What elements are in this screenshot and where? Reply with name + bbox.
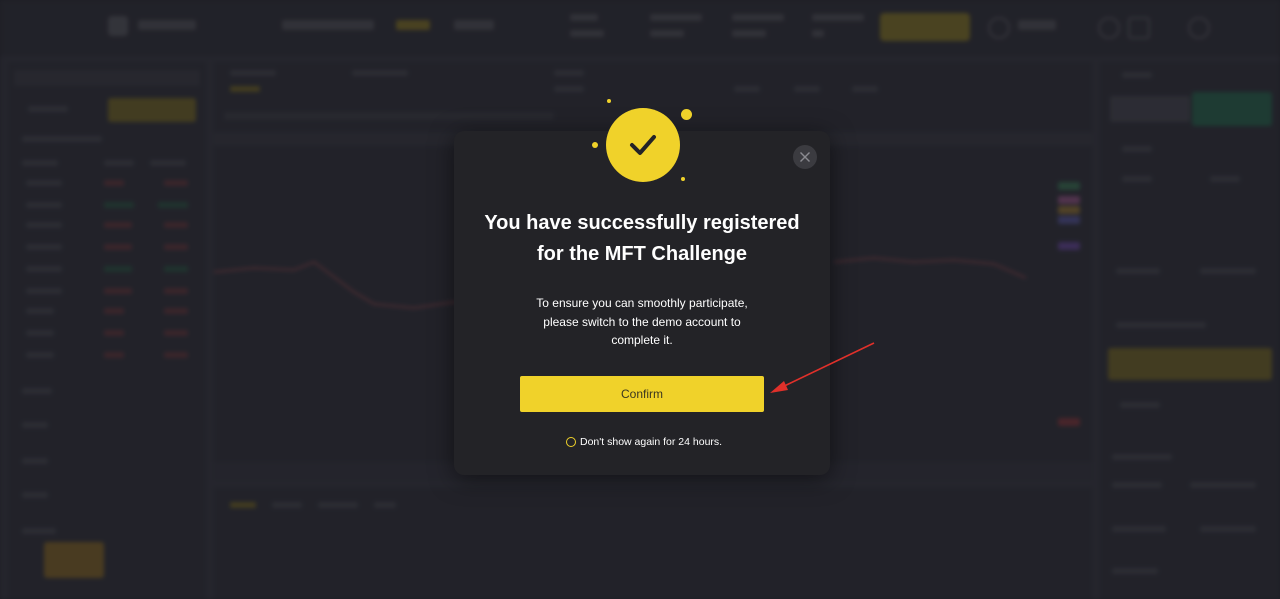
close-button[interactable] (793, 145, 817, 169)
modal-message: To ensure you can smoothly participate, … (520, 294, 764, 350)
red-arrow-icon (770, 342, 875, 393)
modal-title: You have successfully registered for the… (454, 208, 830, 270)
dont-show-label: Don't show again for 24 hours. (580, 436, 723, 448)
decorative-dot (681, 177, 685, 181)
decorative-dot (681, 109, 692, 120)
confirm-button[interactable]: Confirm (520, 376, 764, 412)
success-badge (606, 108, 680, 182)
page: You have successfully registered for the… (0, 0, 1280, 599)
modal-title-line: for the MFT Challenge (537, 243, 747, 265)
decorative-dot (592, 142, 598, 148)
modal-message-line: please switch to the demo account to (543, 314, 741, 329)
modal-title-line: You have successfully registered (484, 212, 800, 234)
close-icon (800, 152, 810, 162)
decorative-dot (607, 99, 611, 103)
dont-show-radio[interactable] (566, 437, 576, 447)
checkmark-icon (630, 135, 656, 155)
dont-show-again-option[interactable]: Don't show again for 24 hours. (566, 436, 722, 448)
modal-message-line: complete it. (611, 333, 673, 347)
modal-message-line: To ensure you can smoothly participate, (536, 296, 748, 310)
